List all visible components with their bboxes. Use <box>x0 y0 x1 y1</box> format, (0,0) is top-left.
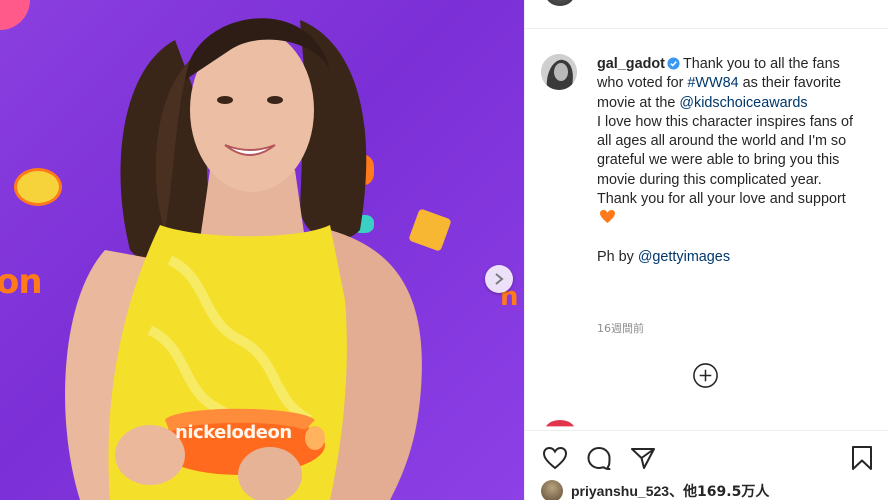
caption-avatar[interactable] <box>541 54 577 90</box>
plus-circle-icon <box>693 363 718 388</box>
credit-mention-link[interactable]: @gettyimages <box>638 249 730 265</box>
chevron-right-icon <box>495 273 504 285</box>
likes-summary[interactable]: priyanshu_523 、 他169.5万人 <box>541 480 769 500</box>
bookmark-icon <box>852 446 872 470</box>
hashtag-link[interactable]: #WW84 <box>687 75 738 91</box>
share-button[interactable] <box>629 444 657 472</box>
next-photo-button[interactable] <box>485 265 513 293</box>
like-button[interactable] <box>541 444 569 472</box>
trophy-text: nickelodeon <box>175 422 292 443</box>
post-photo[interactable]: on n nickelodeon <box>0 0 524 500</box>
post-caption: gal_gadot Thank you to all the fans who v… <box>597 55 867 267</box>
heart-icon <box>542 446 568 470</box>
credit-prefix: Ph by <box>597 248 634 265</box>
share-icon <box>631 448 655 469</box>
avatar-portrait-icon <box>541 54 577 90</box>
liker-avatar[interactable] <box>541 480 563 500</box>
caption-username[interactable]: gal_gadot <box>597 56 665 72</box>
likes-count[interactable]: 他169.5万人 <box>683 481 769 500</box>
post-header-avatar[interactable] <box>545 0 575 6</box>
post-timestamp[interactable]: 16週間前 <box>597 320 644 336</box>
verified-badge-icon <box>667 57 680 70</box>
liker-username[interactable]: priyanshu_523 <box>571 483 669 499</box>
comment-button[interactable] <box>585 444 613 472</box>
save-button[interactable] <box>848 444 876 472</box>
panel-divider <box>524 0 525 500</box>
orange-heart-icon <box>600 210 615 224</box>
comment-icon <box>587 447 611 471</box>
actions-divider <box>525 430 888 431</box>
mention-link[interactable]: @kidschoiceawards <box>679 95 807 111</box>
likes-separator: 、 <box>669 484 684 500</box>
caption-thanks: Thank you for all your love and support <box>597 191 846 208</box>
header-divider <box>525 28 888 29</box>
load-more-comments-button[interactable] <box>692 362 719 389</box>
caption-paragraph: I love how this character inspires fans … <box>597 113 853 188</box>
